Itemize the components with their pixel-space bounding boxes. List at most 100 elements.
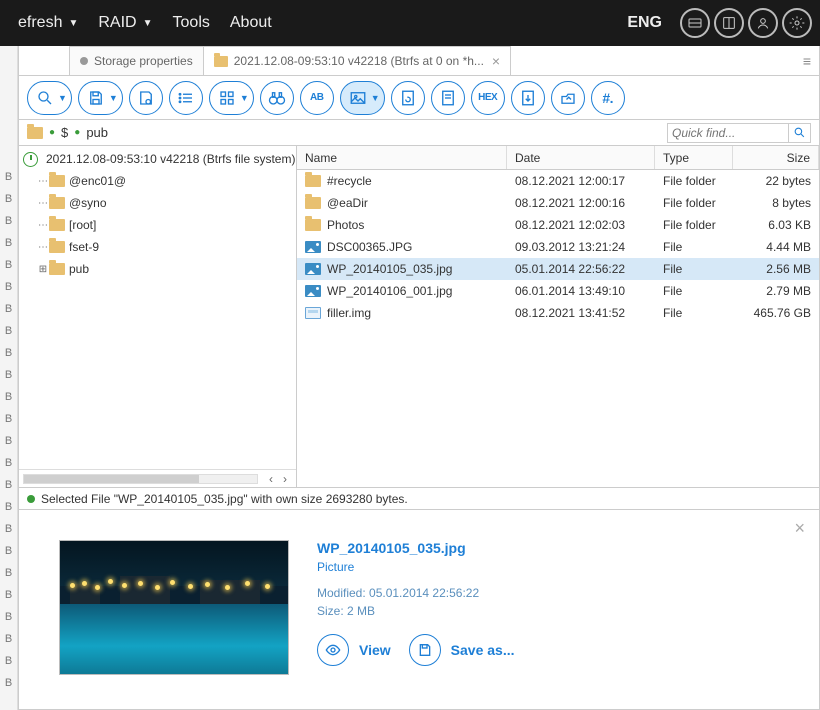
breadcrumb-separator: ● (74, 127, 80, 138)
view-button[interactable]: View (317, 634, 391, 666)
menu-about[interactable]: About (220, 14, 282, 32)
breadcrumb-row: ● $ ● pub (19, 120, 819, 146)
file-type: File (655, 284, 733, 298)
column-type[interactable]: Type (655, 146, 733, 169)
column-size[interactable]: Size (733, 146, 819, 169)
save-settings-button[interactable] (129, 81, 163, 115)
scroll-right-icon[interactable]: › (278, 472, 292, 486)
tab-filesystem[interactable]: 2021.12.08-09:53:10 v42218 (Btrfs at 0 o… (203, 46, 511, 75)
image-icon (305, 241, 321, 253)
preview-pane: × WP_20140105_035.jpg Picture Modified: … (19, 509, 819, 709)
file-date: 08.12.2021 12:00:17 (507, 174, 655, 188)
file-type: File (655, 240, 733, 254)
tab-storage-properties[interactable]: Storage properties (69, 46, 204, 75)
page-refresh-button[interactable] (391, 81, 425, 115)
disk-icon (305, 307, 321, 319)
binoculars-button[interactable] (260, 81, 294, 115)
file-name: Photos (327, 218, 364, 232)
file-size: 8 bytes (733, 196, 819, 210)
file-row[interactable]: WP_20140106_001.jpg 06.01.2014 13:49:10Fi… (297, 280, 819, 302)
grid-tool-button[interactable]: ▼ (209, 81, 254, 115)
file-type: File (655, 262, 733, 276)
user-button[interactable] (748, 8, 778, 38)
breadcrumb-separator: ● (49, 127, 55, 138)
tree-hscrollbar[interactable]: ‹ › (19, 469, 296, 487)
column-date[interactable]: Date (507, 146, 655, 169)
settings-button[interactable] (782, 8, 812, 38)
tabs-row: Storage properties 2021.12.08-09:53:10 v… (19, 46, 819, 76)
preview-modified: Modified: 05.01.2014 22:56:22 (317, 584, 799, 602)
file-date: 09.03.2012 13:21:24 (507, 240, 655, 254)
file-row[interactable]: DSC00365.JPG 09.03.2012 13:21:24File4.44 … (297, 236, 819, 258)
close-preview-button[interactable]: × (794, 518, 805, 539)
scroll-left-icon[interactable]: ‹ (264, 472, 278, 486)
file-name: WP_20140106_001.jpg (327, 284, 452, 298)
menu-refresh[interactable]: efresh▼ (8, 14, 88, 32)
file-date: 08.12.2021 13:41:52 (507, 306, 655, 320)
folder-icon (214, 56, 228, 67)
list-tool-button[interactable] (169, 81, 203, 115)
tree-item[interactable]: ⋯fset-9 (19, 236, 296, 258)
file-name: DSC00365.JPG (327, 240, 412, 254)
file-date: 05.01.2014 22:56:22 (507, 262, 655, 276)
file-size: 2.79 MB (733, 284, 819, 298)
file-row[interactable]: filler.img08.12.2021 13:41:52File465.76 … (297, 302, 819, 324)
file-row[interactable]: Photos08.12.2021 12:02:03File folder6.03… (297, 214, 819, 236)
language-selector[interactable]: ENG (613, 14, 676, 32)
text-case-button[interactable]: AB (300, 81, 334, 115)
status-dot-icon (27, 495, 35, 503)
file-row[interactable]: WP_20140105_035.jpg05.01.2014 22:56:22Fi… (297, 258, 819, 280)
preview-toggle-button[interactable]: ▼ (340, 81, 385, 115)
breadcrumb-current[interactable]: pub (86, 125, 108, 140)
hex-view-button[interactable]: HEX (471, 81, 505, 115)
layout-button[interactable] (714, 8, 744, 38)
close-tab-button[interactable]: × (492, 53, 500, 69)
save-tool-button[interactable]: ▼ (78, 81, 123, 115)
folder-icon (305, 197, 321, 209)
file-row[interactable]: @eaDir08.12.2021 12:00:16File folder8 by… (297, 192, 819, 214)
save-as-button[interactable]: Save as... (409, 634, 515, 666)
breadcrumb-root[interactable]: $ (61, 125, 68, 140)
status-bar: Selected File "WP_20140105_035.jpg" with… (19, 487, 819, 509)
folder-icon (49, 263, 65, 275)
column-name[interactable]: Name (297, 146, 507, 169)
menu-raid[interactable]: RAID▼ (88, 14, 162, 32)
tree-item[interactable]: ⋯@enc01@ (19, 170, 296, 192)
tree-root[interactable]: 2021.12.08-09:53:10 v42218 (Btrfs file s… (19, 148, 296, 170)
tree-item-selected[interactable]: ⊞pub (19, 258, 296, 280)
panel-toggle-button[interactable] (680, 8, 710, 38)
tree-expand-icon[interactable]: ⊞ (37, 264, 49, 275)
preview-size: Size: 2 MB (317, 602, 799, 620)
file-type: File folder (655, 218, 733, 232)
file-row[interactable]: #recycle08.12.2021 12:00:17File folder22… (297, 170, 819, 192)
tree-item[interactable]: ⋯[root] (19, 214, 296, 236)
quick-find-input[interactable] (668, 124, 788, 142)
folder-icon (49, 197, 65, 209)
page-button[interactable] (431, 81, 465, 115)
menu-tools[interactable]: Tools (163, 14, 220, 32)
tree-item[interactable]: ⋯@syno (19, 192, 296, 214)
hash-button[interactable]: #. (591, 81, 625, 115)
tree-pane: 2021.12.08-09:53:10 v42218 (Btrfs file s… (19, 146, 297, 487)
file-date: 06.01.2014 13:49:10 (507, 284, 655, 298)
toolbar: ▼ ▼ ▼ AB ▼ HEX #. (19, 76, 819, 120)
file-size: 4.44 MB (733, 240, 819, 254)
file-type: File (655, 306, 733, 320)
file-size: 22 bytes (733, 174, 819, 188)
folder-icon (49, 219, 65, 231)
file-date: 08.12.2021 12:02:03 (507, 218, 655, 232)
up-folder-button[interactable] (551, 81, 585, 115)
file-date: 08.12.2021 12:00:16 (507, 196, 655, 210)
dot-icon (80, 57, 88, 65)
export-button[interactable] (511, 81, 545, 115)
chevron-down-icon: ▼ (68, 18, 78, 29)
tree-collapse-icon: ⋯ (37, 242, 49, 253)
tree-collapse-icon: ⋯ (37, 220, 49, 231)
file-type: File folder (655, 196, 733, 210)
search-tool-button[interactable]: ▼ (27, 81, 72, 115)
file-size: 465.76 GB (733, 306, 819, 320)
folder-icon (27, 127, 43, 139)
status-text: Selected File "WP_20140105_035.jpg" with… (41, 492, 408, 506)
tabs-menu-button[interactable]: ≡ (803, 53, 811, 69)
quick-find-button[interactable] (788, 124, 810, 142)
